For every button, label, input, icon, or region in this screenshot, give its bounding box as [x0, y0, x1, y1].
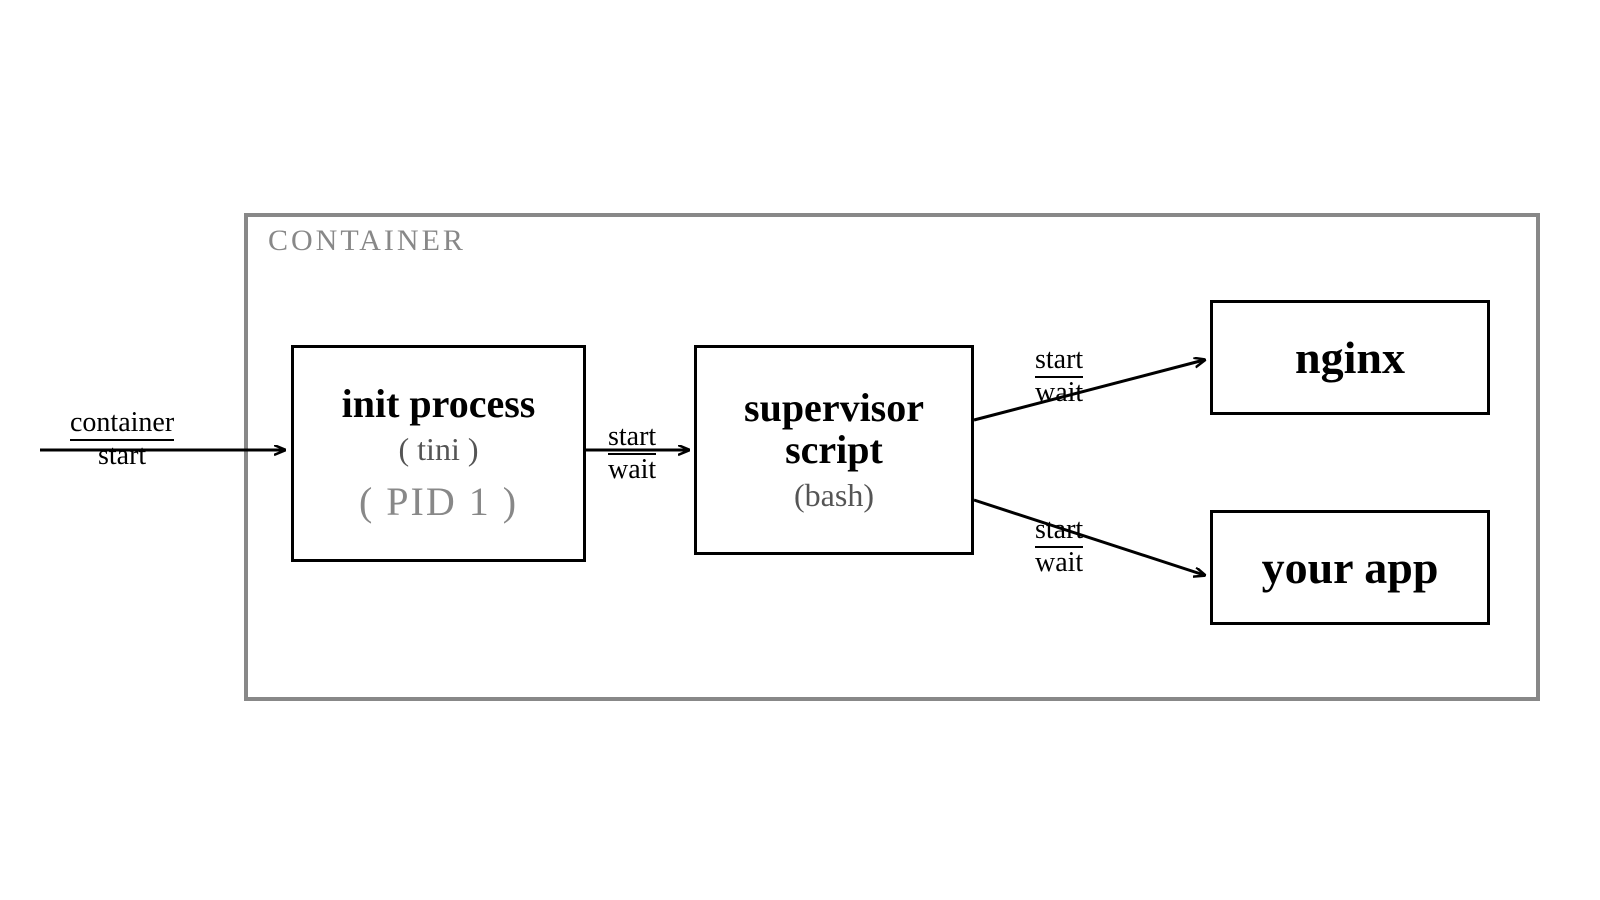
box-nginx: nginx — [1210, 300, 1490, 415]
app-title: your app — [1262, 541, 1439, 594]
edge-label-supervisor-to-app: start wait — [1035, 515, 1083, 579]
init-pid: ( PID 1 ) — [359, 478, 518, 525]
init-sub: ( tini ) — [399, 431, 479, 468]
nginx-title: nginx — [1295, 331, 1405, 384]
box-init-process: init process ( tini ) ( PID 1 ) — [291, 345, 586, 562]
supervisor-title-1: supervisor — [744, 387, 924, 429]
edge-label-container-start: container start — [70, 408, 174, 472]
edge-label-init-to-supervisor: start wait — [608, 422, 656, 486]
box-supervisor-script: supervisor script (bash) — [694, 345, 974, 555]
init-title: init process — [342, 383, 536, 425]
supervisor-title-2: script — [785, 429, 883, 471]
container-label: CONTAINER — [268, 224, 466, 258]
box-your-app: your app — [1210, 510, 1490, 625]
supervisor-sub: (bash) — [794, 477, 874, 514]
edge-label-supervisor-to-nginx: start wait — [1035, 345, 1083, 409]
